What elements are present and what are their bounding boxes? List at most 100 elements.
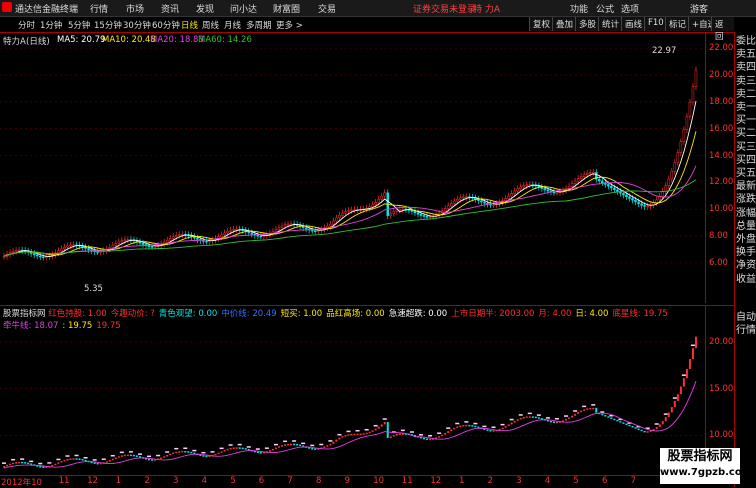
indicator-marker	[672, 397, 677, 399]
candle-body	[310, 229, 314, 232]
indicator-bar	[27, 462, 30, 465]
indicator-marker	[346, 430, 351, 433]
indicator-bar	[537, 417, 540, 419]
indicator-bar	[374, 428, 377, 431]
candle-body	[383, 192, 386, 197]
tab-more[interactable]: 更多 >	[276, 19, 303, 31]
menu-wealth[interactable]: 财富圈	[273, 2, 300, 15]
indicator-marker	[228, 444, 233, 446]
indicator-bar	[577, 412, 580, 414]
f10-button[interactable]: F10	[644, 17, 667, 31]
menu-trade[interactable]: 交易	[318, 2, 336, 15]
indicator-bar	[625, 423, 628, 426]
restore-rights-button[interactable]: 复权	[529, 17, 554, 31]
back-button[interactable]: 返回	[711, 17, 734, 42]
indicator-marker	[174, 447, 179, 450]
indicator-legend-item: 牵牛线: 18.07	[3, 321, 59, 331]
candle-body	[428, 216, 432, 219]
candle-body	[171, 236, 175, 239]
mark-button[interactable]: 标记	[665, 17, 690, 31]
multi-stock-button[interactable]: 多股	[575, 17, 600, 31]
menu-guest[interactable]: 游客	[690, 2, 708, 15]
indicator-bar	[290, 443, 293, 446]
indicator-bar	[72, 458, 75, 460]
tab-daily[interactable]: 日线	[181, 19, 198, 31]
tab-weekly[interactable]: 周线	[202, 19, 219, 31]
side-label-20[interactable]: 行情	[736, 324, 756, 337]
indicator-marker	[654, 423, 659, 425]
tab-multi-period[interactable]: 多周期	[246, 19, 272, 31]
menu-ask[interactable]: 问小达	[230, 2, 257, 15]
tab-60min[interactable]: 60分钟	[152, 19, 180, 31]
indicator-bar	[429, 438, 432, 441]
indicator-marker	[47, 462, 52, 464]
indicator-bar	[619, 421, 622, 423]
candle-body	[350, 209, 353, 212]
candle-body	[422, 215, 426, 217]
overlay-button[interactable]: 叠加	[552, 17, 577, 31]
tab-monthly[interactable]: 月线	[224, 19, 241, 31]
candle-body	[63, 246, 66, 250]
indicator-marker	[337, 433, 342, 436]
indicator-bar	[525, 416, 528, 418]
indicator-bar	[613, 418, 616, 421]
indicator-bar	[284, 444, 287, 446]
menu-formula[interactable]: 公式	[596, 2, 614, 15]
indicator-legend-item: 品红高场: 0.00	[326, 309, 385, 319]
menu-exchange[interactable]: 市场	[126, 2, 144, 15]
tab-5min[interactable]: 5分钟	[68, 19, 90, 31]
candle-body	[483, 201, 486, 204]
indicator-bar	[166, 455, 169, 457]
indicator-bar	[344, 435, 347, 437]
indicator-bar	[287, 443, 290, 446]
candle-body	[301, 226, 305, 228]
indicator-bar	[601, 413, 604, 416]
indicator-bar	[332, 441, 335, 444]
indicator-bar	[691, 348, 694, 360]
side-label-19[interactable]: 自动	[736, 311, 756, 324]
indicator-legend-item: : 19.75	[62, 321, 93, 331]
statistics-button[interactable]: 统计	[598, 17, 623, 31]
side-label-6: 买一	[736, 115, 756, 127]
candle-body	[489, 203, 492, 206]
indicator-marker	[29, 460, 34, 463]
price-chart-pane[interactable]: 特力A (日线) MA5: 20.79 MA10: 20.48 MA20: 18…	[0, 33, 705, 303]
candle-body	[141, 242, 145, 245]
tab-30min[interactable]: 30分钟	[123, 19, 151, 31]
tab-15min[interactable]: 15分钟	[94, 19, 122, 31]
candle-body	[625, 194, 628, 197]
indicator-legend-item: 急速超跌: 0.00	[388, 309, 448, 319]
indicator-marker	[156, 454, 161, 457]
indicator-bar	[359, 433, 362, 436]
menu-discover[interactable]: 发现	[196, 2, 214, 15]
candle-body	[380, 195, 383, 200]
tab-1min[interactable]: 1分钟	[40, 19, 62, 31]
indicator-bar	[580, 410, 583, 413]
date-tick-label: 11	[58, 476, 70, 486]
candle-body	[419, 213, 423, 216]
menu-function[interactable]: 功能	[570, 2, 588, 15]
indicator-bar	[105, 461, 108, 463]
top-menu-bar: 通达信金融终端 行情 市场 资讯 发现 问小达 财富圈 交易 证券交易未登录 特…	[0, 0, 756, 17]
side-label-16: 换手	[736, 247, 756, 259]
login-notice[interactable]: 证券交易未登录	[413, 2, 476, 15]
candle-body	[510, 193, 513, 197]
candle-body	[616, 189, 619, 192]
menu-news[interactable]: 资讯	[161, 2, 179, 15]
indicator-bar	[256, 451, 259, 454]
indicator-bar	[389, 436, 392, 438]
indicator-marker	[428, 435, 433, 437]
tab-timeshare[interactable]: 分时	[18, 19, 35, 31]
menu-options[interactable]: 选项	[621, 2, 639, 15]
price-chart-svg	[0, 47, 705, 264]
menu-market[interactable]: 行情	[90, 2, 108, 15]
indicator-bar	[534, 416, 537, 419]
candle-body	[338, 215, 341, 219]
draw-line-button[interactable]: 画线	[621, 17, 646, 31]
indicator-marker	[237, 443, 242, 446]
indicator-marker	[310, 444, 315, 447]
indicator-bar	[84, 459, 87, 462]
candle-body	[178, 234, 181, 236]
indicator-bar	[456, 426, 459, 428]
indicator-pane[interactable]: 股票指标网 红色持股: 1.00 今趣动价: ? 青色观望: 0.00 中价线: 20…	[0, 305, 705, 476]
